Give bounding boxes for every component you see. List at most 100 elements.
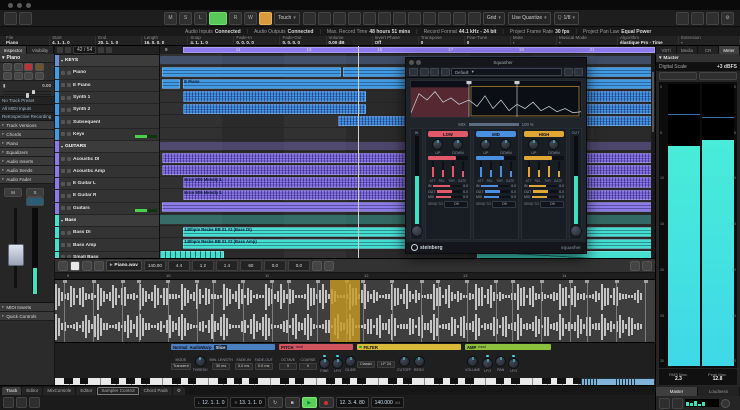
volume-slider[interactable] [3,90,51,95]
mute-button[interactable] [61,206,65,211]
inspector-section-audio-fader[interactable]: ▸ Audio Fader [0,175,54,184]
piano-key-black[interactable] [464,378,474,385]
mute-button[interactable] [61,169,65,174]
piano-key-black[interactable] [125,378,135,385]
right-tab-media[interactable]: Media [677,46,698,54]
solo-button[interactable] [67,243,71,248]
clip[interactable] [160,251,225,258]
inspector-section-quick-controls[interactable]: ▸ Quick Controls [0,312,54,321]
bypass-icon[interactable] [409,68,418,76]
down-knob[interactable] [548,138,560,150]
track-row-synth-2[interactable]: Synth 2 [55,104,159,117]
clip[interactable] [162,79,180,90]
hitpoint-line[interactable] [643,280,648,342]
ab-compare-icon[interactable] [440,68,450,76]
mute-icon[interactable] [407,11,421,25]
piano-key-black[interactable] [64,378,73,385]
inspector-row-retrospective-recording[interactable]: Retrospective Recording [0,113,54,121]
gear-icon[interactable]: ⚙ [721,11,734,25]
minimize-icon[interactable] [416,60,421,65]
inspector-section-piano[interactable]: ▸ Piano [0,139,54,148]
erase-icon[interactable] [377,11,391,25]
track-row-subsequent[interactable]: Subsequent [55,116,159,129]
add-track-icon[interactable] [57,47,63,53]
quantize-mode-select[interactable]: Use Quantize ▾ [507,11,551,25]
deactivate-all-mute-button[interactable]: M [164,11,177,25]
freeze-button[interactable] [24,72,33,81]
acoustic-feedback-icon[interactable] [70,260,80,271]
zoom-icon[interactable] [392,11,406,25]
folder-icon[interactable]: ▾ [61,218,63,223]
hitpoint-line[interactable] [419,280,424,342]
piano-key-black[interactable] [557,378,566,385]
split-icon[interactable] [347,11,361,25]
amp-header[interactable]: AMP mod [465,344,551,350]
write-automation-button[interactable]: W [244,11,257,25]
piano-key-black[interactable] [172,378,181,385]
file-name-field[interactable]: ▸ Piano.wav [106,260,142,271]
track-row-keys[interactable]: Keys [55,128,159,142]
listen-button[interactable]: L [194,11,207,25]
inspector-row-no-track-preset[interactable]: No Track Preset [0,97,54,105]
waveform-display[interactable] [55,280,655,342]
band-solo-pill[interactable]: LOW [428,131,468,137]
info-mute[interactable]: Mute - [511,35,557,45]
up-knob[interactable] [432,138,444,150]
editor-field[interactable]: 1 4 [215,260,238,271]
hitpoint-line[interactable] [195,280,200,342]
folder-icon[interactable]: ▾ [61,144,63,149]
send-select[interactable]: Off [492,200,516,208]
hitpoint-line[interactable] [436,280,440,342]
solo-button[interactable] [13,62,23,71]
record-button[interactable] [318,397,334,408]
editor-gear-icon[interactable] [642,260,652,271]
mute-button[interactable] [61,107,65,112]
pitch-header[interactable]: PITCH mod [279,344,353,350]
fine-knob[interactable] [319,357,330,369]
write-icon[interactable] [430,68,439,76]
editor-field[interactable]: 4 4 [167,260,190,271]
piano-key-black[interactable] [187,378,197,385]
info-invert-phase[interactable]: Invert Phase Off [373,35,419,45]
record-enable-button[interactable] [24,62,33,71]
inspector-tab-visibility[interactable]: Visibility [27,46,54,54]
info-algorithm[interactable]: Algorithm élastique Pro - Time [618,35,680,45]
quantize-value-select[interactable]: Q 1/8 ▾ [553,11,579,25]
tab-editor[interactable]: Editor [76,386,97,395]
editor-field[interactable]: 60 [239,260,262,271]
draw-icon[interactable] [422,11,436,25]
up-knob[interactable] [528,138,540,150]
deactivate-all-solo-button[interactable]: S [179,11,192,25]
arranger-part[interactable] [183,47,655,53]
mute-button[interactable] [61,70,65,75]
control-room-level-knob[interactable] [721,398,730,408]
info-transpose[interactable]: Transpose 0 [419,35,465,45]
hitpoint-line[interactable] [614,280,619,342]
editor-setup-gear-icon[interactable]: ⚙ [172,386,185,395]
mix-slider[interactable] [468,122,519,126]
info-length[interactable]: Length 16. 0. 0. 0 [142,35,189,45]
folder-icon[interactable]: ▾ [61,58,63,63]
hitpoint-line[interactable] [166,280,171,342]
hitpoint-line[interactable] [211,280,216,342]
solo-button[interactable] [67,230,71,235]
track-row-acoustic-amp[interactable]: Acoustic Amp [55,165,159,178]
info-snap[interactable]: Snap 4. 1. 1. 0 [188,35,235,45]
track-row-synth-1[interactable]: Synth 1 [55,91,159,105]
plugin-window[interactable]: Squasher Default ▾ MIX 100 % IN LOW UP D… [405,57,587,254]
lfo-knob[interactable] [332,357,343,369]
workspace-icon[interactable] [4,11,17,25]
right-zone-toggle-icon[interactable] [706,11,719,25]
solo-editor-icon[interactable] [58,260,68,271]
volume-knob-0[interactable] [467,356,479,368]
piano-key-black[interactable] [326,378,335,385]
plugin-titlebar[interactable]: Squasher [406,58,586,67]
inspector-track-title[interactable]: ▾ Piano [0,54,54,63]
solo-button[interactable] [67,95,71,100]
info-fade-in[interactable]: Fade-In 0. 0. 0. 0 [234,35,281,45]
hitpoint-line[interactable] [91,280,96,342]
info-volume[interactable]: Volume 0.00 dB [327,35,373,45]
track-row-acoustic-di[interactable]: Acoustic DI [55,153,159,166]
hitpoint-line[interactable] [390,280,395,342]
solo-button[interactable] [67,107,71,112]
